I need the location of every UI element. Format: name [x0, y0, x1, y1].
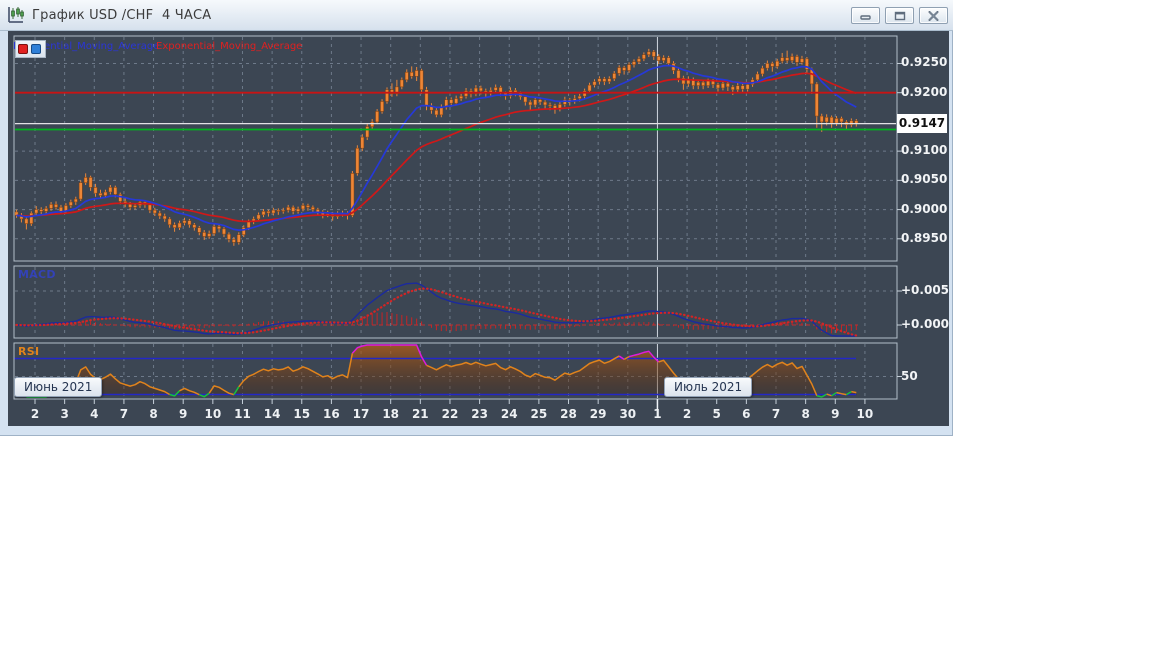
minimize-button[interactable]: [851, 7, 880, 24]
titlebar[interactable]: График USD /CHF 4 ЧАСА: [0, 0, 953, 31]
minimize-icon: [859, 15, 871, 20]
chart-canvas[interactable]: [0, 0, 953, 440]
legend-buttons[interactable]: [15, 40, 46, 58]
maximize-icon: [894, 11, 905, 20]
close-button[interactable]: [919, 7, 948, 24]
window-title: График USD /CHF 4 ЧАСА: [32, 7, 212, 23]
candlestick-chart-icon: [8, 7, 24, 23]
maximize-button[interactable]: [885, 7, 914, 24]
close-icon: [928, 10, 939, 21]
legend-blue-swatch[interactable]: [31, 44, 41, 54]
legend-red-swatch[interactable]: [18, 44, 28, 54]
chart-window: График USD /CHF 4 ЧАСА Exponential_Movin…: [0, 0, 953, 436]
